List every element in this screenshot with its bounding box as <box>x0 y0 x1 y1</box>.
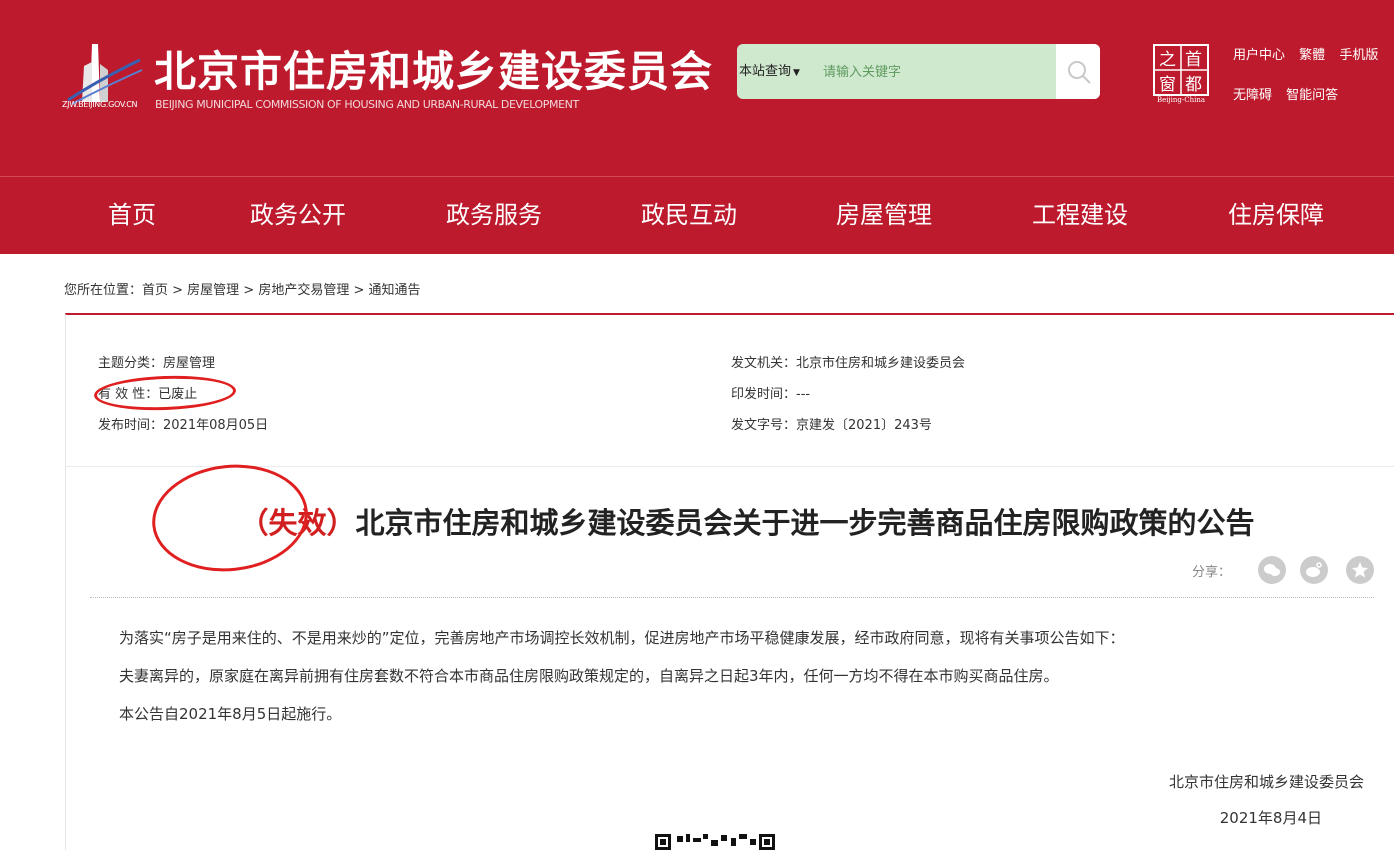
capital-logo-char: 都 <box>1185 75 1202 95</box>
search-box: 本站查询 ▼ <box>737 44 1100 99</box>
top-links: 用户中心 繁體 手机版 无障碍 智能问答 <box>1233 44 1388 124</box>
nav-item-housing-management[interactable]: 房屋管理 <box>836 177 932 254</box>
qr-code-icon <box>655 832 810 850</box>
capital-logo-char: 首 <box>1185 50 1202 70</box>
signature-org: 北京市住房和城乡建设委员会 <box>1168 773 1364 791</box>
nav-item-gov-affairs[interactable]: 政务公开 <box>250 177 346 254</box>
nav-item-interaction[interactable]: 政民互动 <box>641 177 737 254</box>
search-button[interactable] <box>1056 44 1100 99</box>
logo-url: ZJW.BEIJING.GOV.CN <box>62 100 138 109</box>
signature-date: 2021年8月4日 <box>1219 809 1322 827</box>
capital-window-icon: 之 首 窗 都 <box>1153 44 1209 96</box>
chevron-down-icon: ▼ <box>793 68 800 78</box>
top-links-row: 用户中心 繁體 手机版 <box>1233 44 1388 84</box>
title-divider <box>90 597 1374 598</box>
nav-item-housing-security[interactable]: 住房保障 <box>1228 177 1324 254</box>
capital-logo-char: 窗 <box>1159 75 1176 95</box>
site-subtitle: BEIJING MUNICIPAL COMMISSION OF HOUSING … <box>155 98 579 111</box>
site-title[interactable]: 北京市住房和城乡建设委员会 <box>154 38 713 99</box>
title-text: 北京市住房和城乡建设委员会关于进一步完善商品住房限购政策的公告 <box>355 506 1255 540</box>
search-scope-select[interactable]: 本站查询 ▼ <box>739 44 800 99</box>
nav-item-construction[interactable]: 工程建设 <box>1032 177 1128 254</box>
breadcrumb[interactable]: 您所在位置：首页 > 房屋管理 > 房地产交易管理 > 通知通告 <box>64 279 420 298</box>
accessibility-link[interactable]: 无障碍 <box>1233 88 1272 103</box>
main-nav: 首页 政务公开 政务服务 政民互动 房屋管理 工程建设 住房保障 <box>0 177 1394 254</box>
article-panel <box>65 313 1394 850</box>
meta-topic: 主题分类：房屋管理 <box>98 356 216 371</box>
meta-print-date: 印发时间：--- <box>731 387 811 402</box>
article-paragraph: 本公告自2021年8月5日起施行。 <box>119 705 342 723</box>
favorite-icon[interactable] <box>1346 556 1374 584</box>
wechat-icon[interactable] <box>1258 556 1286 584</box>
meta-doc-number: 发文字号：京建发〔2021〕243号 <box>731 418 932 433</box>
article-paragraph: 夫妻离异的，原家庭在离异前拥有住房套数不符合本市商品住房限购政策规定的，自离异之… <box>119 667 1059 685</box>
weibo-icon[interactable] <box>1300 556 1328 584</box>
meta-issuer: 发文机关：北京市住房和城乡建设委员会 <box>731 356 966 371</box>
search-input[interactable] <box>823 58 1053 86</box>
nav-item-home[interactable]: 首页 <box>108 177 156 254</box>
search-scope-label: 本站查询 <box>739 64 792 79</box>
smart-qa-link[interactable]: 智能问答 <box>1286 88 1338 103</box>
meta-publish-date: 发布时间：2021年08月05日 <box>98 418 269 433</box>
capital-logo-sub: Beijing-China <box>1156 96 1206 104</box>
share-label: 分享： <box>1192 565 1232 580</box>
traditional-chinese-link[interactable]: 繁體 <box>1299 48 1325 63</box>
user-center-link[interactable]: 用户中心 <box>1233 48 1285 63</box>
header-top: ZJW.BEIJING.GOV.CN 北京市住房和城乡建设委员会 BEIJING… <box>0 0 1394 176</box>
top-links-row: 无障碍 智能问答 <box>1233 84 1388 124</box>
article-meta <box>66 315 1394 467</box>
nav-item-gov-services[interactable]: 政务服务 <box>446 177 542 254</box>
capital-logo-char: 之 <box>1159 50 1176 70</box>
mobile-version-link[interactable]: 手机版 <box>1339 48 1378 63</box>
capital-window-logo[interactable]: 之 首 窗 都 Beijing-China <box>1153 44 1209 104</box>
search-icon <box>1068 61 1091 84</box>
site-header: ZJW.BEIJING.GOV.CN 北京市住房和城乡建设委员会 BEIJING… <box>0 0 1394 254</box>
article-paragraph: 为落实“房子是用来住的、不是用来炒的”定位，完善房地产市场调控长效机制，促进房地… <box>119 629 1125 647</box>
